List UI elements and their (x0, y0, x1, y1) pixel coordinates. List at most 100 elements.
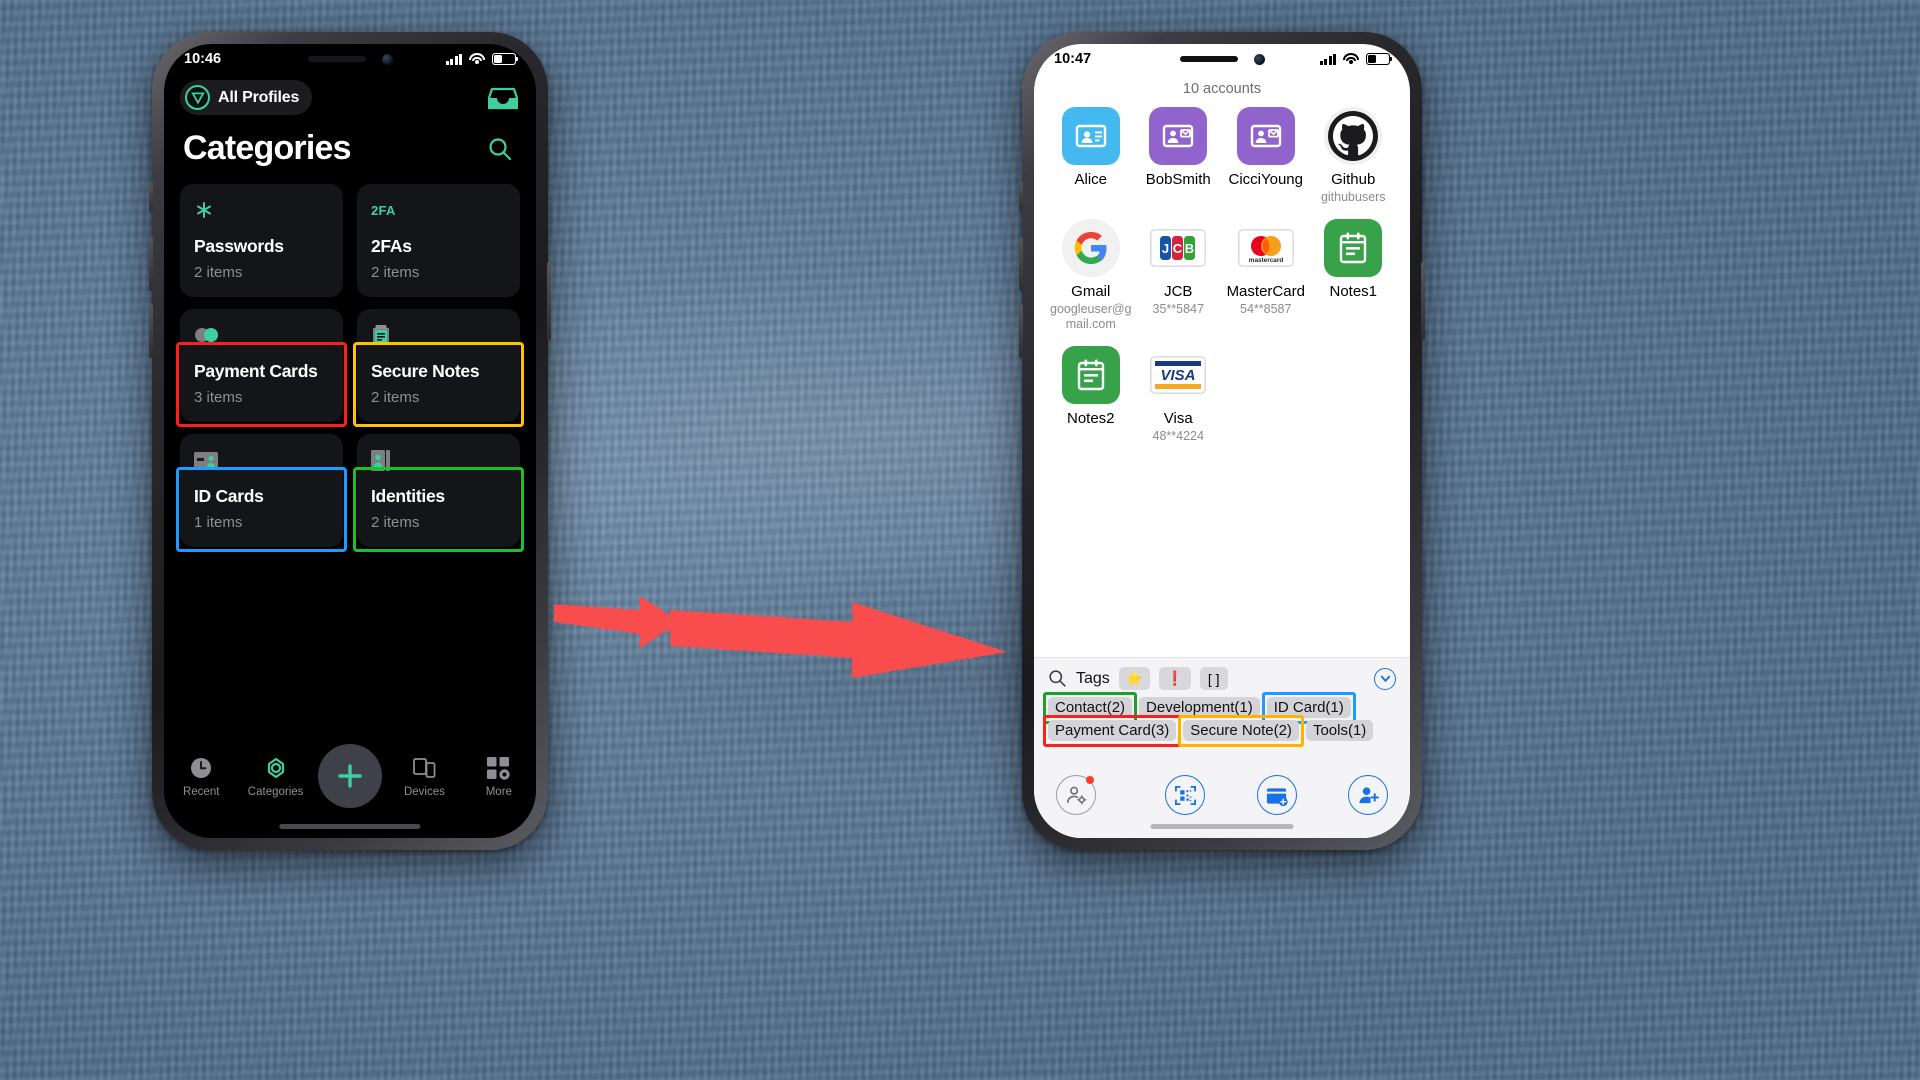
contact-card-icon (1061, 107, 1120, 165)
category-name: Passwords (194, 236, 284, 256)
add-user-button[interactable] (1348, 775, 1388, 815)
tag-chip-wrapper: Payment Card(3) (1043, 715, 1182, 747)
svg-text:mastercard: mastercard (1249, 257, 1284, 264)
account-settings-button[interactable] (1056, 775, 1096, 815)
search-icon[interactable] (483, 132, 517, 166)
earpiece-speaker (307, 56, 366, 62)
search-icon[interactable] (1048, 669, 1067, 688)
category-name: Payment Cards (194, 361, 318, 381)
tags-title: Tags (1076, 669, 1110, 687)
category-count: 2 items (371, 264, 420, 281)
jcb-card-icon: JCB (1149, 219, 1208, 277)
volume-down-button[interactable] (1019, 304, 1023, 358)
tag-chip[interactable]: Contact(2) (1048, 697, 1133, 718)
account-item-bobsmith[interactable]: BobSmith (1138, 107, 1220, 205)
power-button[interactable] (1421, 262, 1425, 340)
category-card-identities[interactable]: Identities 2 items (353, 434, 524, 552)
account-item-cicciyoung[interactable]: CicciYoung (1225, 107, 1307, 205)
left-title-row: Categories (180, 129, 520, 168)
left-phone-mockup: 10:46 All Profiles Categories Passwords … (149, 32, 551, 850)
tags-header: Tags ⭐ ❗ [ ] (1048, 667, 1396, 690)
tag-chip[interactable]: Tools(1) (1305, 720, 1374, 741)
favorite-filter[interactable]: ⭐ (1118, 667, 1151, 690)
volume-up-button[interactable] (149, 237, 153, 291)
accounts-count-label: 10 accounts (1182, 81, 1262, 97)
mute-switch[interactable] (149, 182, 153, 212)
battery-icon (1366, 53, 1393, 65)
home-indicator (279, 824, 421, 829)
add-item-fab[interactable] (318, 744, 383, 808)
clock-icon (190, 756, 212, 780)
svg-text:C: C (1173, 241, 1183, 256)
account-name: Github (1331, 171, 1376, 188)
account-item-gmail[interactable]: Gmail googleuser@gmail.com (1050, 219, 1132, 332)
all-profiles-chip[interactable]: All Profiles (180, 80, 313, 115)
category-name: Identities (371, 486, 445, 506)
highlight-box (353, 342, 524, 427)
category-name: Secure Notes (371, 361, 480, 381)
bracket-filter[interactable]: [ ] (1199, 667, 1228, 690)
asterisk-icon (194, 198, 329, 222)
category-name: ID Cards (194, 486, 264, 506)
tag-chip[interactable]: Payment Card(3) (1048, 720, 1177, 741)
category-card-secure-notes[interactable]: Secure Notes 2 items (353, 309, 524, 427)
page-title: Categories (183, 129, 352, 167)
account-item-visa[interactable]: VISA Visa 48**4224 (1138, 345, 1220, 444)
account-item-github[interactable]: Github githubusers (1313, 107, 1395, 205)
tab-devices[interactable]: Devices (387, 756, 461, 798)
volume-up-button[interactable] (1019, 237, 1023, 291)
chevron-down-circle-icon[interactable] (1374, 667, 1396, 690)
account-item-mastercard[interactable]: mastercard MasterCard 54**8587 (1225, 219, 1307, 332)
status-time: 10:46 (184, 51, 222, 67)
category-count: 2 items (371, 389, 420, 406)
note-green-icon (1324, 219, 1383, 277)
tab-add[interactable] (313, 744, 387, 808)
tag-chip[interactable]: Development(1) (1139, 697, 1260, 718)
tags-panel: Tags ⭐ ❗ [ ] Contact(2) Development(1) ID … (1034, 657, 1410, 752)
account-name: Visa (1163, 409, 1193, 427)
accounts-grid: Alice BobSmith CicciYoung Github githubusers… (1050, 107, 1394, 444)
tab-more[interactable]: More (462, 756, 536, 798)
inbox-tray-icon[interactable] (486, 84, 520, 112)
tab-recent[interactable]: Recent (164, 756, 238, 798)
svg-text:J: J (1162, 241, 1169, 256)
tag-chip[interactable]: Secure Note(2) (1183, 720, 1299, 741)
home-indicator (1150, 824, 1294, 829)
contact-mail-icon (1149, 107, 1208, 165)
category-card-2fas[interactable]: 2FA 2FAs 2 items (357, 184, 520, 297)
account-item-notes1[interactable]: Notes1 (1313, 219, 1395, 332)
more-grid-icon (487, 756, 511, 780)
account-subtitle: 48**4224 (1152, 429, 1204, 443)
power-button[interactable] (547, 262, 551, 340)
tab-categories[interactable]: Categories (238, 756, 312, 798)
left-phone-screen: 10:46 All Profiles Categories Passwords … (164, 44, 536, 838)
account-name: CicciYoung (1228, 171, 1304, 188)
earpiece-speaker (1179, 56, 1238, 62)
account-item-jcb[interactable]: J C B JCB 35**5847 (1138, 219, 1220, 332)
categories-grid: Passwords 2 items 2FA 2FAs 2 items Payment Ca… (176, 184, 524, 552)
right-app-body: 10 accounts Alice BobSmith CicciYoung Githu… (1034, 74, 1410, 838)
visa-card-icon: VISA (1149, 345, 1208, 404)
account-name: Gmail (1071, 283, 1111, 300)
tag-list: Contact(2) Development(1) ID Card(1) Payme… (1043, 692, 1396, 747)
category-card-id-cards[interactable]: ID Cards 1 items (176, 434, 347, 552)
tag-chip[interactable]: ID Card(1) (1266, 697, 1351, 718)
svg-text:B: B (1185, 241, 1194, 256)
front-camera (1253, 53, 1265, 65)
red-flow-arrow (554, 596, 1007, 678)
mute-switch[interactable] (1019, 182, 1023, 212)
volume-down-button[interactable] (149, 304, 153, 358)
account-item-notes2[interactable]: Notes2 (1050, 345, 1132, 444)
category-card-passwords[interactable]: Passwords 2 items (180, 184, 343, 297)
mastercard-icon: mastercard (1236, 219, 1295, 277)
note-green-icon (1061, 345, 1120, 404)
account-name: Notes2 (1066, 409, 1115, 427)
add-card-button[interactable] (1256, 775, 1297, 815)
category-card-payment-cards[interactable]: Payment Cards 3 items (176, 309, 347, 427)
scan-qr-button[interactable] (1165, 775, 1206, 815)
category-count: 1 items (194, 514, 243, 531)
account-item-alice[interactable]: Alice (1050, 107, 1132, 205)
category-count: 2 items (194, 264, 243, 281)
wifi-icon (469, 53, 485, 65)
important-filter[interactable]: ❗ (1159, 667, 1191, 690)
